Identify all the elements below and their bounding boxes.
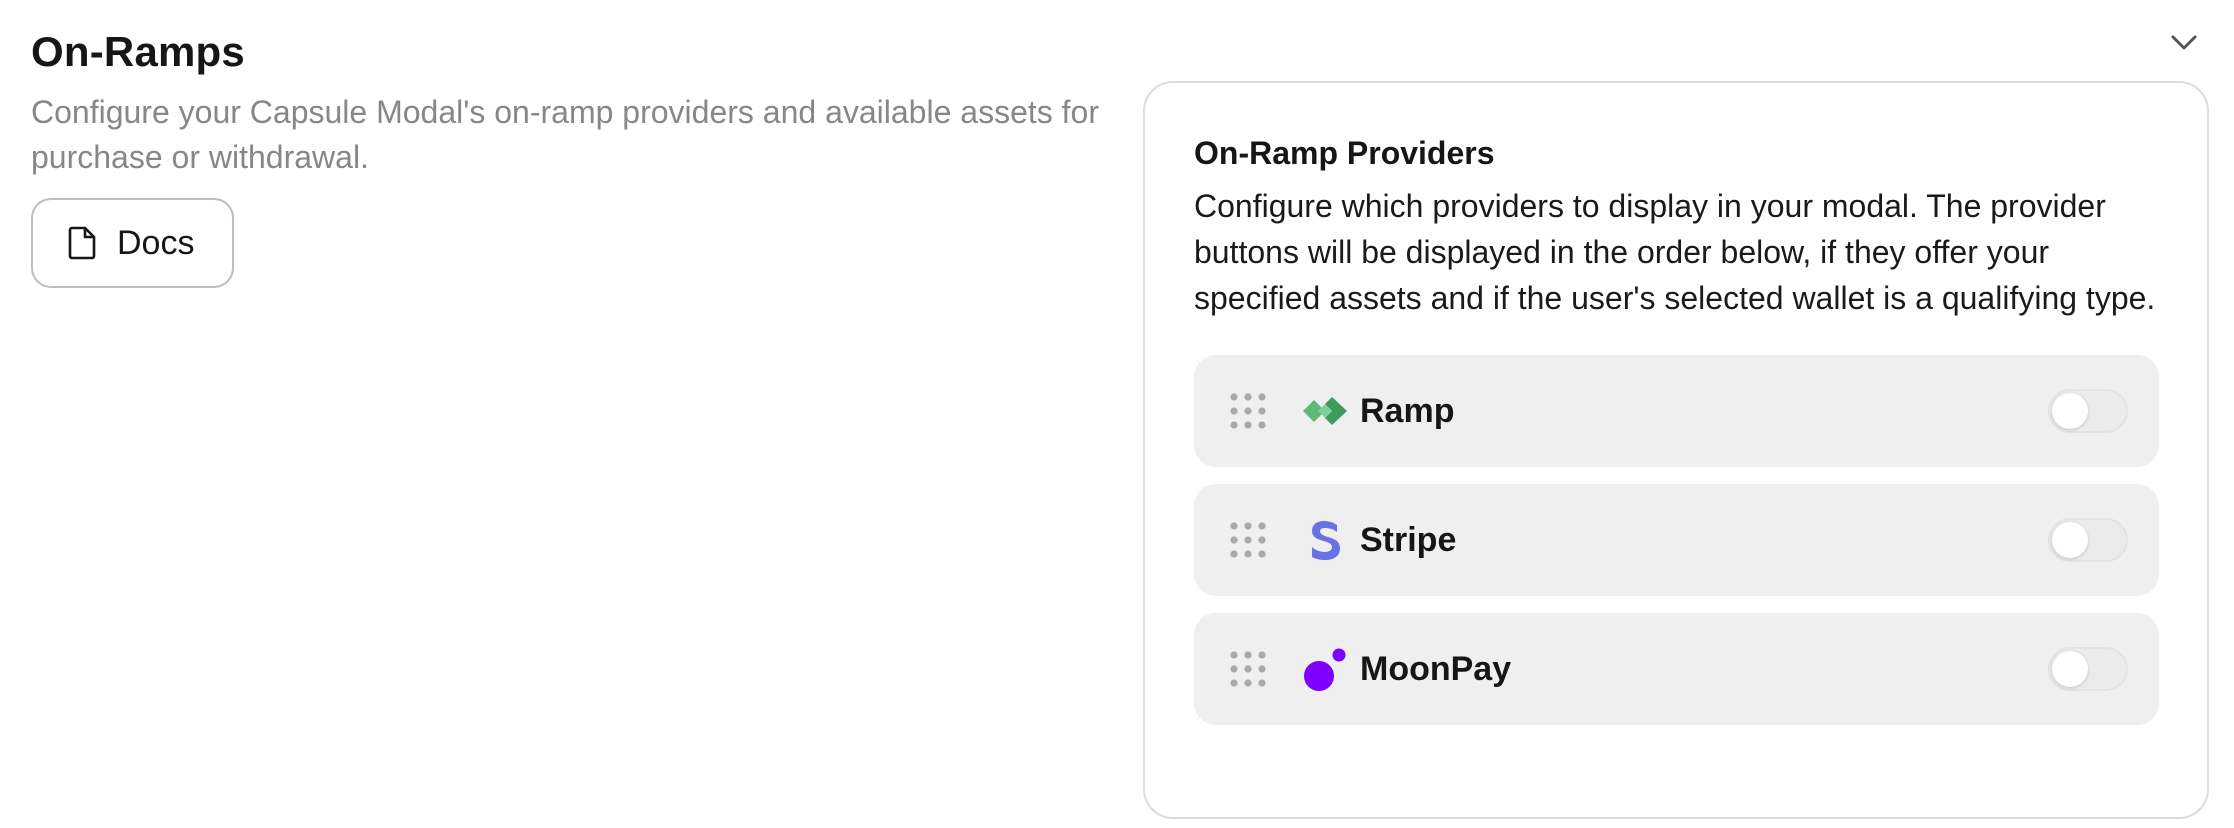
drag-handle-icon[interactable] [1229,392,1267,430]
on-ramps-section-header: On-Ramps Configure your Capsule Modal's … [31,28,1111,288]
moonpay-logo-icon [1304,648,1346,691]
section-description: Configure your Capsule Modal's on-ramp p… [31,94,1099,175]
card-title: On-Ramp Providers [1194,135,1495,171]
card-description: Configure which providers to display in … [1194,188,2156,316]
toggle-knob [2052,651,2088,687]
on-ramps-settings-page: On-Ramps Configure your Capsule Modal's … [0,0,2234,828]
provider-name: Ramp [1360,392,1455,430]
chevron-down-icon[interactable] [2168,30,2200,54]
provider-toggle-stripe[interactable] [2048,518,2128,562]
ramp-logo-icon [1303,397,1347,425]
drag-handle-icon[interactable] [1229,650,1267,688]
provider-row-ramp[interactable]: Ramp [1194,355,2159,467]
toggle-knob [2052,393,2088,429]
provider-name: MoonPay [1360,650,1512,688]
provider-row-moonpay[interactable]: MoonPay [1194,613,2159,725]
stripe-logo-icon [1312,521,1340,560]
provider-name: Stripe [1360,521,1457,559]
section-title: On-Ramps [31,28,245,75]
on-ramp-providers-card: On-Ramp Providers Configure which provid… [1143,81,2209,819]
drag-handle-icon[interactable] [1229,521,1267,559]
provider-toggle-moonpay[interactable] [2048,647,2128,691]
provider-toggle-ramp[interactable] [2048,389,2128,433]
docs-button-label: Docs [117,223,195,262]
docs-button[interactable]: Docs [31,198,235,288]
provider-list: Ramp Stripe MoonPay [1194,355,2159,725]
provider-row-stripe[interactable]: Stripe [1194,484,2159,596]
document-icon [68,226,96,260]
toggle-knob [2052,522,2088,558]
